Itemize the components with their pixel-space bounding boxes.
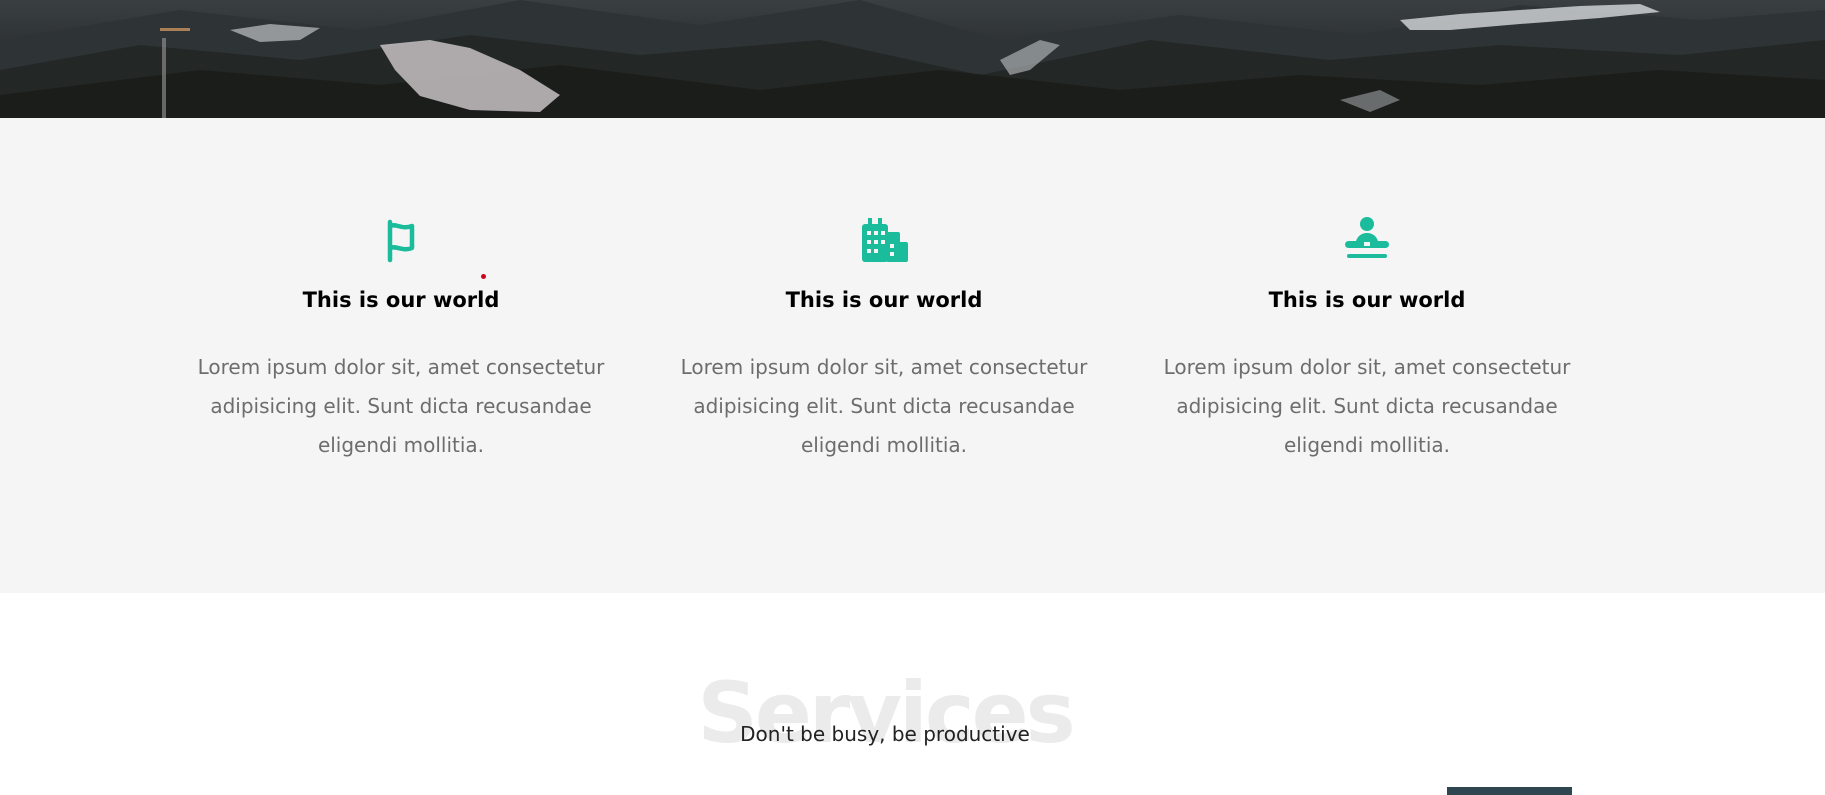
- features-section: This is our world Lorem ipsum dolor sit,…: [0, 118, 1825, 593]
- feature-title: This is our world: [785, 288, 983, 312]
- services-section: Services Don't be busy, be productive: [0, 593, 1825, 795]
- mountain-landscape: [0, 0, 1825, 118]
- feature-description: Lorem ipsum dolor sit, amet consectetur …: [680, 355, 1088, 457]
- feature-title: This is our world: [302, 288, 500, 312]
- flag-icon: [387, 219, 415, 263]
- services-subtitle: Don't be busy, be productive: [740, 722, 1030, 746]
- concierge-icon: [1345, 217, 1389, 258]
- feature-description: Lorem ipsum dolor sit, amet consectetur …: [1163, 355, 1571, 457]
- feature-title: This is our world: [1268, 288, 1466, 312]
- feature-description: Lorem ipsum dolor sit, amet consectetur …: [197, 355, 605, 457]
- services-card-edge: [1447, 787, 1572, 795]
- feature-card: This is our world Lorem ipsum dolor sit,…: [1157, 214, 1577, 465]
- hero-image: [0, 0, 1825, 118]
- feature-card: This is our world Lorem ipsum dolor sit,…: [191, 214, 611, 465]
- feature-card: This is our world Lorem ipsum dolor sit,…: [674, 214, 1094, 465]
- building-icon: [862, 218, 908, 262]
